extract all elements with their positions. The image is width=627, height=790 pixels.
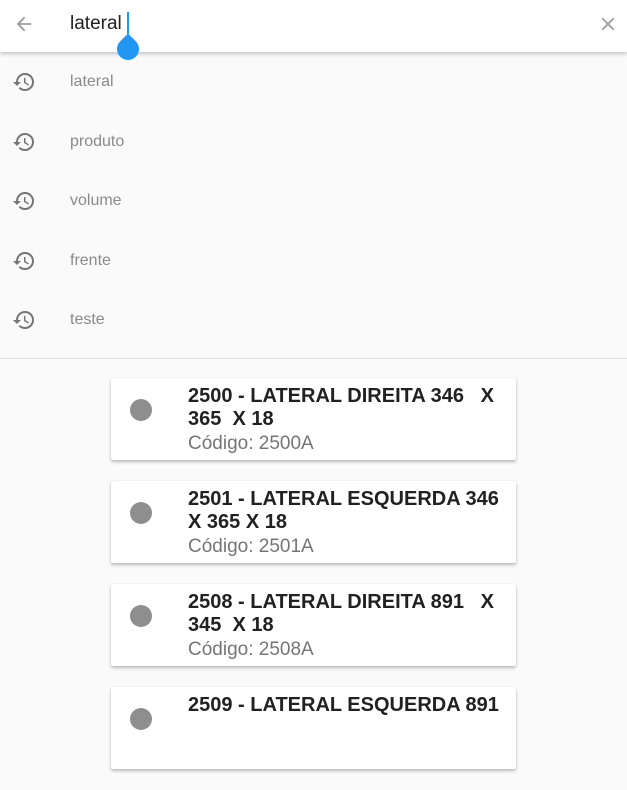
clear-search-button[interactable] — [594, 10, 622, 38]
status-dot — [130, 708, 152, 730]
back-button[interactable] — [10, 10, 38, 38]
history-item-label: teste — [70, 311, 105, 329]
result-code: Código: 2508A — [188, 639, 314, 660]
result-card[interactable]: 2500 - LATERAL DIREITA 346 X 365 X 18 Có… — [111, 378, 516, 460]
arrow-back-icon — [16, 16, 32, 32]
result-card[interactable]: 2508 - LATERAL DIREITA 891 X 345 X 18 Có… — [111, 584, 516, 666]
history-item-label: produto — [70, 132, 125, 150]
search-input[interactable] — [70, 10, 570, 38]
search-results-list: 2500 - LATERAL DIREITA 346 X 365 X 18 Có… — [111, 378, 516, 790]
status-dot — [130, 399, 152, 421]
result-card[interactable]: 2501 - LATERAL ESQUERDA 346 X 365 X 18 C… — [111, 481, 516, 563]
history-icon — [13, 311, 34, 330]
history-icon — [13, 132, 34, 151]
result-title: 2500 - LATERAL DIREITA 346 X 365 X 18 — [188, 385, 495, 430]
result-code: Código: 2501A — [188, 536, 314, 557]
history-item-produto[interactable]: produto — [0, 112, 627, 172]
status-dot — [130, 605, 152, 627]
close-icon — [601, 17, 615, 31]
history-item-label: frente — [70, 251, 111, 269]
search-app-bar — [0, 0, 627, 52]
history-item-label: volume — [70, 192, 122, 210]
result-title: 2509 - LATERAL ESQUERDA 891 — [188, 694, 499, 716]
history-item-lateral[interactable]: lateral — [0, 52, 627, 112]
result-code: Código: 2500A — [188, 433, 314, 454]
history-item-volume[interactable]: volume — [0, 171, 627, 231]
result-card[interactable]: 2509 - LATERAL ESQUERDA 891 — [111, 687, 516, 769]
divider — [0, 358, 627, 359]
history-item-frente[interactable]: frente — [0, 231, 627, 291]
history-item-label: lateral — [70, 73, 114, 90]
history-icon — [13, 73, 34, 92]
result-title: 2501 - LATERAL ESQUERDA 346 X 365 X 18 — [188, 488, 499, 533]
search-history-list: lateral produto volume frente teste — [0, 52, 627, 350]
history-icon — [13, 251, 34, 270]
history-icon — [13, 192, 34, 211]
history-item-teste[interactable]: teste — [0, 290, 627, 350]
text-cursor — [127, 12, 129, 34]
result-title: 2508 - LATERAL DIREITA 891 X 345 X 18 — [188, 591, 495, 636]
status-dot — [130, 502, 152, 524]
